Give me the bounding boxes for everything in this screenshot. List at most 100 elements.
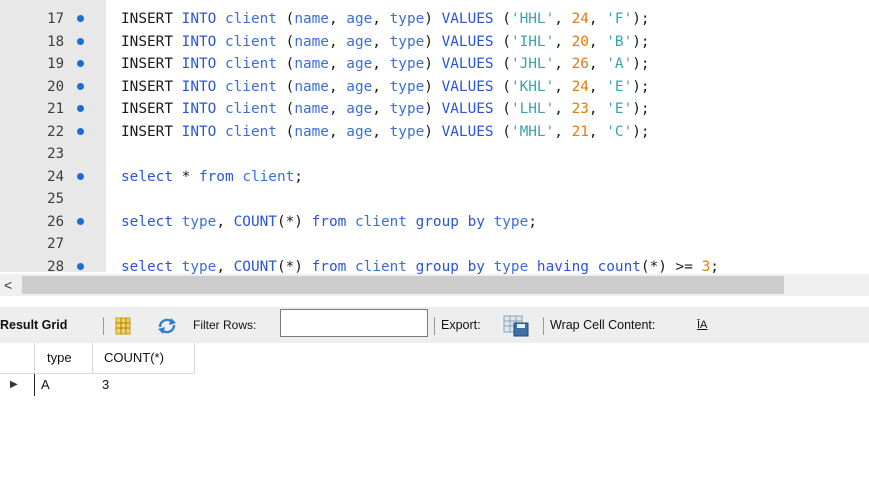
code-token: 24 <box>571 11 589 27</box>
code-token: name <box>294 11 329 27</box>
column-header-type[interactable]: type <box>47 343 72 373</box>
code-token: 'E' <box>606 101 633 117</box>
refresh-icon[interactable] <box>156 307 178 343</box>
editor-horizontal-scrollbar[interactable]: < <box>0 274 869 296</box>
code-token: type <box>389 123 425 140</box>
code-line[interactable]: 20 INSERT INTO client (name, age, type) V… <box>0 76 869 98</box>
code-token: INSERT <box>121 33 182 50</box>
code-token: , <box>328 56 347 72</box>
code-token: COUNT <box>233 213 277 230</box>
code-token: 23 <box>571 101 589 117</box>
code-line[interactable]: 18 INSERT INTO client (name, age, type) V… <box>0 31 869 53</box>
code-text[interactable]: select * from client; <box>121 166 303 188</box>
code-token: 20 <box>571 33 589 50</box>
code-line[interactable]: 22 INSERT INTO client (name, age, type) V… <box>0 121 869 143</box>
code-token: from <box>311 213 355 230</box>
code-text[interactable]: INSERT INTO client (name, age, type) VAL… <box>121 31 650 53</box>
statement-marker-icon[interactable] <box>77 217 84 225</box>
wrap-cell-content-label: Wrap Cell Content: <box>550 318 656 332</box>
code-text[interactable]: INSERT INTO client (name, age, type) VAL… <box>121 76 650 98</box>
code-token: ( <box>502 11 511 27</box>
code-token: 'B' <box>606 33 633 50</box>
statement-marker-icon[interactable] <box>77 15 84 22</box>
statement-marker-icon[interactable] <box>77 37 84 45</box>
line-number: 18 <box>47 33 64 50</box>
code-token: client <box>354 213 416 230</box>
code-token: VALUES <box>441 33 503 50</box>
code-token: ( <box>502 78 511 95</box>
statement-marker-icon[interactable] <box>77 172 84 180</box>
column-divider <box>92 343 93 373</box>
code-token: 21 <box>571 123 589 140</box>
statement-marker-icon[interactable] <box>77 60 84 67</box>
line-number: 21 <box>47 101 64 117</box>
code-token: INTO <box>181 56 225 72</box>
code-token: type <box>389 33 425 50</box>
code-line[interactable]: 19 INSERT INTO client (name, age, type) V… <box>0 53 869 75</box>
column-header-count[interactable]: COUNT(*) <box>104 343 164 373</box>
code-token: select <box>121 258 182 275</box>
code-token: , <box>588 11 607 27</box>
code-text[interactable]: INSERT INTO client (name, age, type) VAL… <box>121 98 650 120</box>
grid-layout-icon[interactable] <box>115 307 131 343</box>
code-line[interactable]: 17 INSERT INTO client (name, age, type) V… <box>0 8 869 30</box>
code-line[interactable]: 27 <box>0 233 869 255</box>
code-text[interactable]: select type, COUNT(*) from client group … <box>121 211 537 233</box>
code-token: client <box>354 258 416 275</box>
statement-marker-icon[interactable] <box>77 127 84 135</box>
cell-count[interactable]: 3 <box>102 374 109 396</box>
code-token: age <box>346 33 373 50</box>
code-token: age <box>346 78 373 95</box>
code-token: , <box>216 258 234 275</box>
code-token: type <box>389 11 425 27</box>
result-toolbar: Result Grid Filter Rows: Export: Wrap Ce… <box>0 307 869 343</box>
statement-marker-icon[interactable] <box>77 262 84 270</box>
code-line[interactable]: 21 INSERT INTO client (name, age, type) V… <box>0 98 869 120</box>
code-token: count <box>597 258 641 275</box>
code-line[interactable]: 25 <box>0 188 869 210</box>
code-token: VALUES <box>441 123 503 140</box>
statement-marker-icon[interactable] <box>77 105 84 112</box>
code-line[interactable]: 23 <box>0 143 869 165</box>
line-number: 19 <box>47 56 64 72</box>
code-token: 'C' <box>606 123 633 140</box>
code-token: by <box>467 258 494 275</box>
code-text[interactable]: INSERT INTO client (name, age, type) VAL… <box>121 121 650 143</box>
toolbar-divider <box>103 317 104 335</box>
code-token: client <box>224 78 286 95</box>
code-token: age <box>346 101 373 117</box>
code-token: (*) >= <box>640 258 702 275</box>
export-grid-icon[interactable] <box>502 307 532 343</box>
wrap-text-icon[interactable]: ĪA <box>697 307 707 343</box>
code-token: ; <box>294 168 303 185</box>
code-line[interactable]: 26 select type, COUNT(*) from client grou… <box>0 211 869 233</box>
result-grid-tab[interactable]: Result Grid <box>0 307 67 343</box>
code-token: , <box>216 213 234 230</box>
sql-editor[interactable]: 17 INSERT INTO client (name, age, type) V… <box>0 0 869 275</box>
code-token: 'IHL' <box>510 33 555 50</box>
code-token: , <box>372 101 390 117</box>
cell-type[interactable]: A <box>41 374 50 396</box>
code-token: INTO <box>181 78 225 95</box>
export-label: Export: <box>441 318 481 332</box>
code-token: INSERT <box>121 56 182 72</box>
code-token: , <box>328 33 347 50</box>
scroll-left-arrow-icon[interactable]: < <box>4 276 12 294</box>
filter-rows-input[interactable] <box>280 309 428 337</box>
code-token: type <box>389 56 425 72</box>
header-divider <box>0 373 195 374</box>
code-token: , <box>588 123 607 140</box>
row-pointer-icon: ▶ <box>10 379 18 390</box>
code-token: , <box>554 33 572 50</box>
code-token: , <box>588 78 607 95</box>
code-token: ) <box>424 101 442 117</box>
code-line[interactable]: 24 select * from client; <box>0 166 869 188</box>
code-token: name <box>294 123 329 140</box>
code-text[interactable]: INSERT INTO client (name, age, type) VAL… <box>121 8 650 30</box>
code-text[interactable]: INSERT INTO client (name, age, type) VAL… <box>121 53 650 75</box>
code-token: , <box>328 78 347 95</box>
code-token: 'MHL' <box>510 123 555 140</box>
statement-marker-icon[interactable] <box>77 82 84 90</box>
code-token: ( <box>285 11 295 27</box>
scrollbar-thumb[interactable] <box>22 276 784 294</box>
